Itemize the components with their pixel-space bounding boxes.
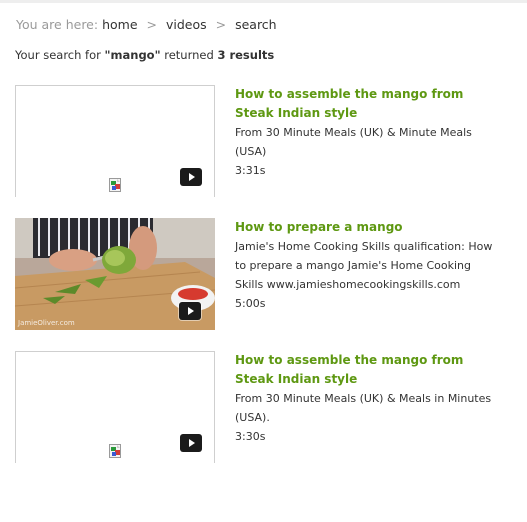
- result-duration: 3:30s: [235, 430, 266, 443]
- breadcrumb-videos-link[interactable]: videos: [166, 17, 207, 32]
- video-thumbnail[interactable]: [15, 351, 215, 463]
- top-divider: [0, 0, 527, 3]
- breadcrumb-separator: >: [146, 17, 157, 32]
- result-count: 3 results: [217, 48, 275, 62]
- summary-text-before: Your search for: [15, 48, 105, 62]
- result-duration: 5:00s: [235, 297, 266, 310]
- result-info: How to assemble the mango from Steak Ind…: [235, 85, 500, 180]
- result-duration: 3:31s: [235, 164, 266, 177]
- result-info: How to assemble the mango from Steak Ind…: [235, 351, 500, 446]
- video-thumbnail[interactable]: JamieOliver.com: [15, 218, 215, 330]
- broken-image-icon: [109, 444, 121, 458]
- watermark: JamieOliver.com: [18, 319, 75, 327]
- search-summary: Your search for "mango" returned 3 resul…: [15, 48, 274, 62]
- breadcrumb-separator: >: [215, 17, 227, 32]
- breadcrumb: You are here: home > videos > search: [16, 17, 277, 33]
- result-description: From 30 Minute Meals (UK) & Minute Meals…: [235, 126, 472, 158]
- breadcrumb-search-current: search: [235, 17, 277, 32]
- result-info: How to prepare a mango Jamie's Home Cook…: [235, 218, 500, 313]
- search-query: "mango": [104, 48, 161, 62]
- broken-image-icon: [109, 178, 121, 192]
- play-icon[interactable]: [179, 302, 201, 320]
- result-description: Jamie's Home Cooking Skills qualificatio…: [235, 240, 493, 291]
- result-title-link[interactable]: How to assemble the mango from Steak Ind…: [235, 85, 500, 123]
- breadcrumb-home-link[interactable]: home: [102, 17, 137, 32]
- result-title-link[interactable]: How to assemble the mango from Steak Ind…: [235, 351, 500, 389]
- result-title-link[interactable]: How to prepare a mango: [235, 218, 500, 237]
- play-icon[interactable]: [180, 168, 202, 186]
- summary-text-middle: returned: [160, 48, 218, 62]
- play-icon[interactable]: [180, 434, 202, 452]
- video-thumbnail[interactable]: [15, 85, 215, 197]
- result-description: From 30 Minute Meals (UK) & Meals in Min…: [235, 392, 492, 424]
- breadcrumb-prefix: You are here:: [16, 17, 99, 32]
